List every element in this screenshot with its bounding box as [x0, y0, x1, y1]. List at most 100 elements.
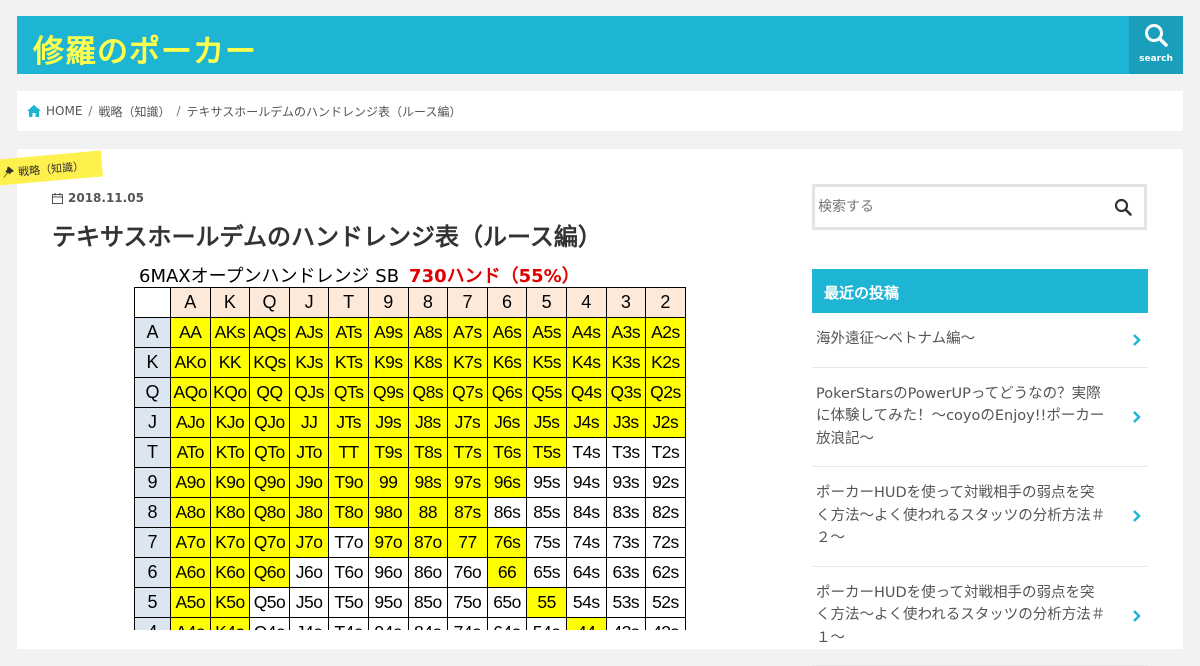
- range-hand-cell: A9o: [171, 468, 211, 498]
- range-hand-cell: 93s: [606, 468, 646, 498]
- recent-posts-list: 海外遠征～ベトナム編～PokerStarsのPowerUPってどうなの？実際に体…: [812, 313, 1148, 666]
- breadcrumb-current: テキサスホールデムのハンドレンジ表（ルース編）: [187, 103, 462, 120]
- search-icon[interactable]: [1114, 198, 1132, 216]
- range-hand-cell: 96o: [368, 558, 408, 588]
- range-hand-cell: T6s: [487, 438, 527, 468]
- range-row-header: J: [135, 408, 171, 438]
- range-hand-cell: AQo: [171, 378, 211, 408]
- range-hand-cell: A5s: [527, 318, 567, 348]
- range-hand-cell: TT: [329, 438, 369, 468]
- range-column-header: A: [171, 288, 211, 318]
- range-hand-cell: ATo: [171, 438, 211, 468]
- range-row: 7A7oK7oQ7oJ7oT7o97o87o7776s75s74s73s72s: [135, 528, 686, 558]
- range-hand-cell: J4s: [566, 408, 606, 438]
- range-chart-title: 6MAXオープンハンドレンジ SB: [139, 266, 399, 287]
- range-hand-cell: AKo: [171, 348, 211, 378]
- breadcrumb-home[interactable]: HOME: [46, 104, 82, 118]
- range-hand-cell: 99: [368, 468, 408, 498]
- range-hand-cell: T7o: [329, 528, 369, 558]
- range-row-header: T: [135, 438, 171, 468]
- range-hand-cell: T5o: [329, 588, 369, 618]
- range-hand-cell: T4o: [329, 618, 369, 631]
- range-hand-cell: J8s: [408, 408, 448, 438]
- range-hand-cell: QJs: [289, 378, 329, 408]
- range-hand-cell: 86o: [408, 558, 448, 588]
- recent-posts-title: 最近の投稿: [812, 269, 1148, 313]
- range-column-header: 4: [566, 288, 606, 318]
- range-hand-cell: 65o: [487, 588, 527, 618]
- chevron-right-icon: [1132, 609, 1142, 623]
- range-hand-cell: 75s: [527, 528, 567, 558]
- range-hand-cell: K8s: [408, 348, 448, 378]
- chevron-right-icon: [1132, 509, 1142, 523]
- range-hand-cell: A7s: [448, 318, 488, 348]
- range-hand-cell: K5s: [527, 348, 567, 378]
- range-hand-cell: K4o: [210, 618, 250, 631]
- home-icon: [27, 105, 41, 117]
- range-row: 5A5oK5oQ5oJ5oT5o95o85o75o65o5554s53s52s: [135, 588, 686, 618]
- range-hand-cell: A6o: [171, 558, 211, 588]
- recent-post-title: ポーカーHUDを使って対戦相手の弱点を突く方法～よく使われるスタッツの分析方法＃…: [816, 585, 1105, 646]
- post-date: 2018.11.05: [52, 191, 144, 205]
- range-row-header: 6: [135, 558, 171, 588]
- range-hand-cell: K9s: [368, 348, 408, 378]
- range-hand-cell: T4s: [566, 438, 606, 468]
- range-hand-cell: Q9o: [250, 468, 290, 498]
- recent-post-item[interactable]: 海外遠征～ベトナム編～: [812, 313, 1148, 368]
- range-hand-cell: KTs: [329, 348, 369, 378]
- breadcrumb-category[interactable]: 戦略（知識）: [98, 103, 170, 120]
- range-hand-cell: 98s: [408, 468, 448, 498]
- range-column-header: 6: [487, 288, 527, 318]
- range-column-header: 2: [646, 288, 686, 318]
- recent-post-title: ポーカーHUDを使って対戦相手の弱点を突く方法～よく使われるスタッツの分析方法＃…: [816, 485, 1105, 546]
- range-hand-cell: T9o: [329, 468, 369, 498]
- site-title[interactable]: 修羅のポーカー: [33, 26, 257, 71]
- range-row: 9A9oK9oQ9oJ9oT9o9998s97s96s95s94s93s92s: [135, 468, 686, 498]
- range-hand-cell: J6s: [487, 408, 527, 438]
- range-hand-cell: K7s: [448, 348, 488, 378]
- range-hand-cell: 42s: [646, 618, 686, 631]
- range-hand-cell: 64s: [566, 558, 606, 588]
- range-hand-cell: QTs: [329, 378, 369, 408]
- search-input[interactable]: [818, 195, 1098, 219]
- recent-post-item[interactable]: ポーカーHUDを使って対戦相手の弱点を突く方法～よく使われるスタッツの分析方法＃…: [812, 467, 1148, 567]
- range-hand-cell: 66: [487, 558, 527, 588]
- range-hand-cell: KTo: [210, 438, 250, 468]
- range-column-header: 3: [606, 288, 646, 318]
- range-hand-cell: J2s: [646, 408, 686, 438]
- recent-post-item[interactable]: ポーカーHUDを使って対戦相手の弱点を突く方法～よく使われるスタッツの分析方法＃…: [812, 567, 1148, 666]
- range-hand-cell: K2s: [646, 348, 686, 378]
- range-hand-cell: 84s: [566, 498, 606, 528]
- range-hand-cell: Q2s: [646, 378, 686, 408]
- range-hand-cell: 72s: [646, 528, 686, 558]
- range-hand-cell: KQo: [210, 378, 250, 408]
- range-row: KAKoKKKQsKJsKTsK9sK8sK7sK6sK5sK4sK3sK2s: [135, 348, 686, 378]
- range-hand-cell: AA: [171, 318, 211, 348]
- range-hand-cell: T8o: [329, 498, 369, 528]
- range-table: AKQJT98765432AAAAKsAQsAJsATsA9sA8sA7sA6s…: [134, 287, 686, 630]
- header-search-button[interactable]: search: [1129, 16, 1183, 74]
- recent-post-item[interactable]: PokerStarsのPowerUPってどうなの？実際に体験してみた！～coyo…: [812, 368, 1148, 468]
- range-hand-cell: 96s: [487, 468, 527, 498]
- range-hand-cell: 74s: [566, 528, 606, 558]
- range-hand-cell: Q6o: [250, 558, 290, 588]
- range-chart-summary: 730ハンド（55%）: [409, 266, 580, 287]
- range-hand-cell: 92s: [646, 468, 686, 498]
- range-hand-cell: T8s: [408, 438, 448, 468]
- range-hand-cell: KJo: [210, 408, 250, 438]
- range-column-header: 8: [408, 288, 448, 318]
- category-label-text: 戦略（知識）: [18, 160, 85, 179]
- range-hand-cell: 76s: [487, 528, 527, 558]
- range-hand-cell: 77: [448, 528, 488, 558]
- range-hand-cell: AKs: [210, 318, 250, 348]
- range-hand-cell: KQs: [250, 348, 290, 378]
- range-row-header: 9: [135, 468, 171, 498]
- range-hand-cell: 98o: [368, 498, 408, 528]
- range-hand-cell: Q4s: [566, 378, 606, 408]
- range-hand-cell: K4s: [566, 348, 606, 378]
- range-row: 6A6oK6oQ6oJ6oT6o96o86o76o6665s64s63s62s: [135, 558, 686, 588]
- range-hand-cell: 87o: [408, 528, 448, 558]
- range-header-row: AKQJT98765432: [135, 288, 686, 318]
- range-row: QAQoKQoQQQJsQTsQ9sQ8sQ7sQ6sQ5sQ4sQ3sQ2s: [135, 378, 686, 408]
- range-row: 8A8oK8oQ8oJ8oT8o98o8887s86s85s84s83s82s: [135, 498, 686, 528]
